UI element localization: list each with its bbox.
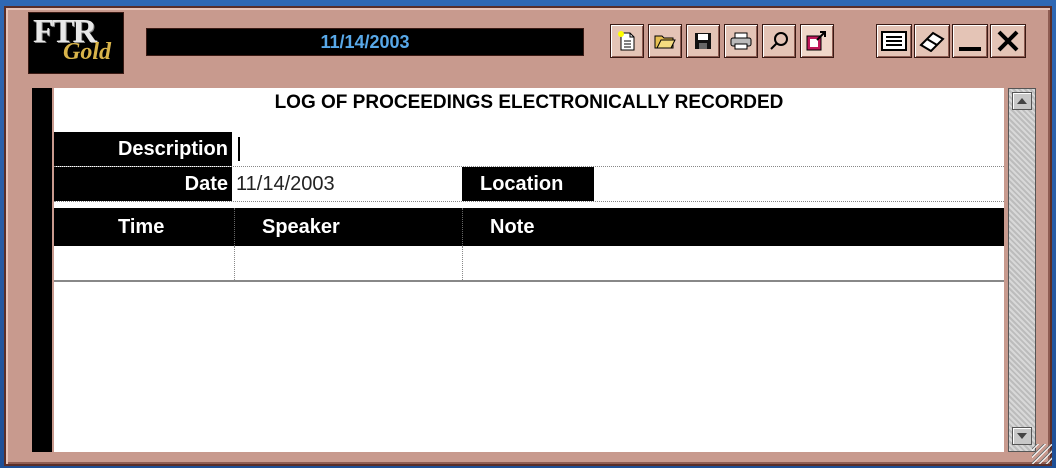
notes-list-icon — [881, 31, 907, 51]
close-icon — [997, 30, 1019, 52]
description-label: Description — [54, 132, 232, 166]
table-row[interactable] — [54, 246, 1004, 282]
column-time: Time — [118, 215, 165, 238]
description-row: Description — [54, 132, 1004, 167]
export-button[interactable] — [800, 24, 834, 58]
minimize-icon — [959, 47, 981, 51]
location-field[interactable] — [598, 167, 998, 201]
print-icon — [730, 32, 752, 50]
row-speaker[interactable] — [238, 246, 458, 280]
log-sheet: LOG OF PROCEEDINGS ELECTRONICALLY RECORD… — [54, 88, 1004, 452]
date-field[interactable]: 11/14/2003 — [236, 167, 456, 201]
column-speaker: Speaker — [262, 215, 340, 238]
row-divider — [462, 246, 463, 280]
open-button[interactable] — [648, 24, 682, 58]
arrow-down-icon — [1017, 433, 1027, 439]
header-divider — [462, 208, 463, 246]
logo-subtext: Gold — [63, 39, 111, 65]
notes-list-button[interactable] — [876, 24, 912, 58]
close-button[interactable] — [990, 24, 1026, 58]
date-display: 11/14/2003 — [146, 28, 584, 56]
search-magnifier-icon — [770, 32, 788, 50]
row-note[interactable] — [466, 246, 996, 280]
left-margin-bar — [32, 88, 52, 452]
export-icon — [806, 31, 826, 51]
date-label: Date — [54, 167, 232, 201]
eraser-icon — [919, 31, 945, 52]
eraser-button[interactable] — [914, 24, 950, 58]
text-caret — [238, 137, 240, 161]
location-label: Location — [462, 167, 594, 201]
scroll-down-button[interactable] — [1012, 427, 1032, 445]
ftr-gold-logo: FTR Gold — [28, 12, 124, 74]
row-divider — [234, 246, 235, 280]
date-location-row: Date 11/14/2003 Location — [54, 167, 1004, 202]
log-table-header: Time Speaker Note — [54, 208, 1004, 246]
file-toolbar — [610, 24, 838, 60]
minimize-button[interactable] — [952, 24, 988, 58]
new-log-button[interactable] — [610, 24, 644, 58]
save-button[interactable] — [686, 24, 720, 58]
resize-grip[interactable] — [1032, 444, 1052, 464]
new-log-icon — [618, 31, 635, 51]
description-field[interactable] — [236, 132, 996, 166]
window-toolbar — [876, 24, 1028, 60]
row-time[interactable] — [58, 246, 230, 280]
arrow-up-icon — [1017, 98, 1027, 104]
column-note: Note — [490, 215, 535, 238]
save-disk-icon — [695, 33, 711, 49]
log-title: LOG OF PROCEEDINGS ELECTRONICALLY RECORD… — [274, 92, 784, 113]
search-button[interactable] — [762, 24, 796, 58]
vertical-scrollbar[interactable] — [1008, 88, 1036, 452]
header-divider — [234, 208, 235, 246]
scroll-up-button[interactable] — [1012, 92, 1032, 110]
print-button[interactable] — [724, 24, 758, 58]
open-folder-icon — [654, 35, 676, 49]
